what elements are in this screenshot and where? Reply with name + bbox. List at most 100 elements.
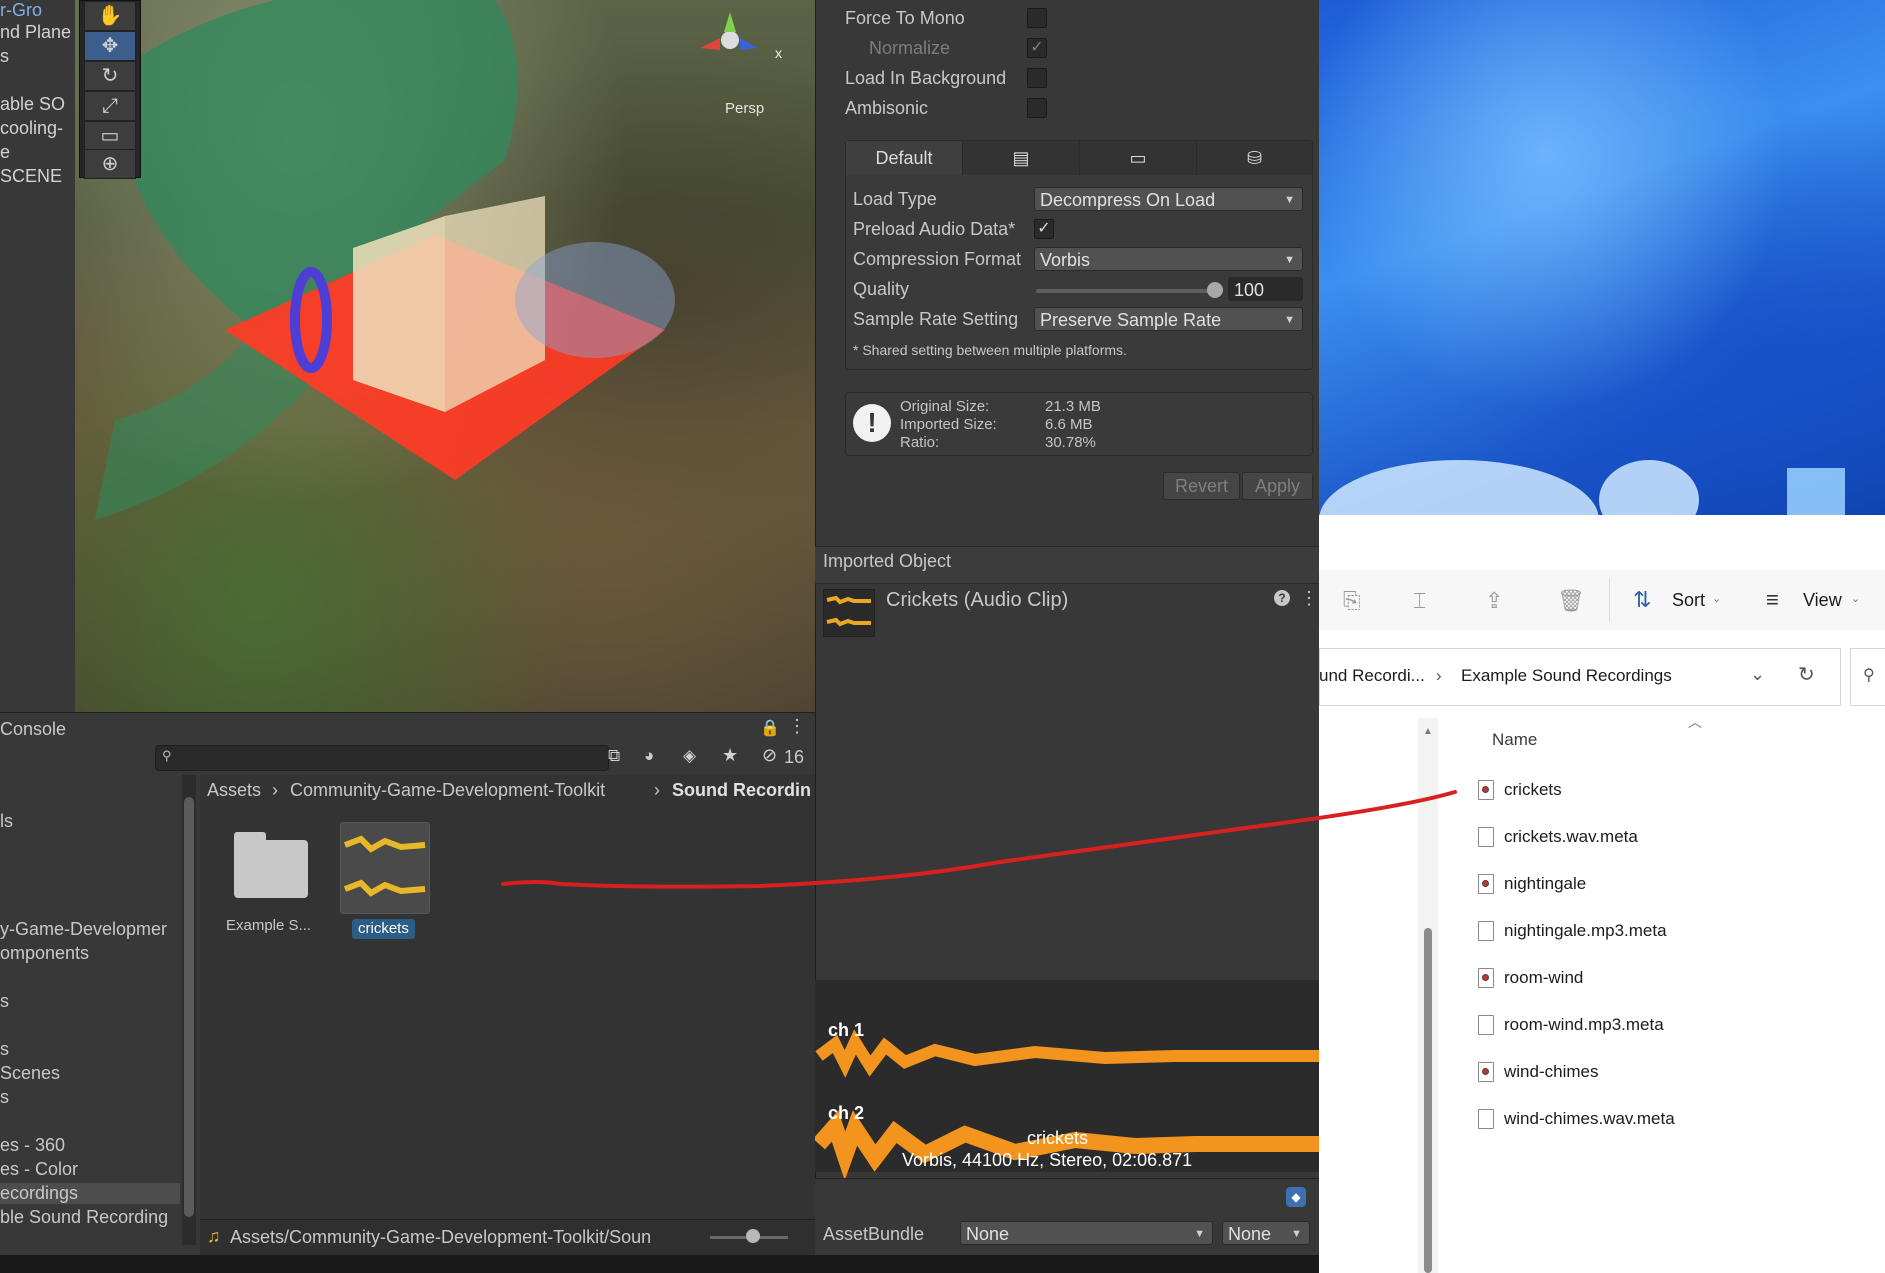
- original-size-value: 21.3 MB: [1045, 398, 1101, 415]
- search-by-type-icon[interactable]: ◕: [644, 746, 654, 766]
- breadcrumb-toolkit[interactable]: Community-Game-Development-Toolkit: [290, 780, 605, 801]
- force-to-mono-checkbox[interactable]: [1027, 8, 1047, 28]
- quality-input[interactable]: 100: [1228, 277, 1303, 301]
- hierarchy-item[interactable]: r-Gro: [0, 0, 42, 21]
- move-tool-icon[interactable]: ✥: [84, 31, 136, 61]
- variant-dropdown[interactable]: None ▼: [1222, 1221, 1310, 1245]
- search-by-label-icon[interactable]: ◈: [683, 746, 696, 766]
- lock-icon[interactable]: 🔒: [760, 718, 780, 738]
- tab-standalone-icon[interactable]: ▤: [963, 141, 1080, 175]
- project-search-input[interactable]: ⚲: [155, 745, 609, 771]
- original-size-label: Original Size:: [900, 398, 990, 415]
- tab-default[interactable]: Default: [846, 141, 963, 175]
- share-icon[interactable]: ⇪: [1485, 588, 1503, 614]
- panel-menu-icon[interactable]: ⋮: [788, 716, 806, 737]
- kebab-menu-icon[interactable]: ⋮: [1300, 588, 1318, 609]
- scrollbar-thumb[interactable]: [1424, 928, 1432, 1273]
- rect-tool-icon[interactable]: ▭: [84, 121, 136, 151]
- hierarchy-item[interactable]: e: [0, 142, 10, 163]
- tree-item[interactable]: ble Sound Recording: [0, 1207, 168, 1228]
- wallpaper-shapes: [1319, 460, 1845, 515]
- console-tab[interactable]: Console: [0, 719, 66, 740]
- path-current[interactable]: Example Sound Recordings: [1461, 666, 1672, 686]
- sort-icon[interactable]: ⇅: [1633, 587, 1651, 613]
- force-to-mono-label: Force To Mono: [845, 8, 965, 28]
- tree-scrollbar-thumb[interactable]: [184, 797, 194, 1217]
- refresh-icon[interactable]: ↻: [1798, 662, 1815, 687]
- rename-icon[interactable]: ⌶: [1413, 588, 1426, 614]
- compression-format-dropdown[interactable]: Vorbis ▼: [1034, 247, 1303, 271]
- search-by-scene-icon[interactable]: ⧉: [608, 746, 620, 766]
- file-name: room-wind.mp3.meta: [1504, 1015, 1664, 1034]
- hierarchy-item[interactable]: cooling-: [0, 118, 63, 139]
- tree-item[interactable]: s: [0, 991, 9, 1012]
- sort-button[interactable]: Sort: [1672, 590, 1705, 611]
- chevron-right-icon: ›: [1436, 666, 1442, 685]
- tab-webgl-icon[interactable]: ⛁: [1197, 141, 1312, 175]
- scene-geometry: [95, 0, 758, 520]
- scroll-up-icon[interactable]: ▲: [1423, 726, 1433, 737]
- audio-file-icon: [1478, 874, 1494, 894]
- preload-audio-data-label: Preload Audio Data*: [853, 219, 1016, 239]
- hierarchy-item[interactable]: SCENE: [0, 166, 62, 187]
- hidden-packages-icon[interactable]: ⊘: [762, 745, 777, 766]
- hierarchy-item[interactable]: able SO: [0, 94, 65, 115]
- normalize-checkbox[interactable]: ✓: [1027, 38, 1047, 58]
- load-type-dropdown[interactable]: Decompress On Load ▼: [1034, 187, 1303, 211]
- ambisonic-checkbox[interactable]: [1027, 98, 1047, 118]
- delete-icon[interactable]: 🗑: [1557, 588, 1585, 614]
- view-icon[interactable]: ≡: [1766, 587, 1779, 613]
- scale-tool-icon[interactable]: ⤢: [84, 91, 136, 121]
- sort-ascending-icon: ︿: [1688, 714, 1702, 730]
- label-tag-icon[interactable]: ◆: [1286, 1187, 1306, 1207]
- hand-tool-icon[interactable]: ✋: [84, 1, 136, 31]
- audio-asset-thumbnail[interactable]: [340, 822, 430, 914]
- breadcrumb-assets[interactable]: Assets: [207, 780, 261, 801]
- tree-item[interactable]: es - Color: [0, 1159, 78, 1180]
- rotate-tool-icon[interactable]: ↻: [84, 61, 136, 91]
- sample-rate-dropdown[interactable]: Preserve Sample Rate ▼: [1034, 307, 1303, 331]
- asset-audio-label[interactable]: crickets: [352, 919, 415, 939]
- hierarchy-item[interactable]: nd Plane: [0, 22, 71, 43]
- assetbundle-dropdown[interactable]: None ▼: [960, 1221, 1213, 1245]
- audio-file-icon: [1478, 1062, 1494, 1082]
- persp-label[interactable]: Persp: [725, 100, 764, 117]
- path-parent[interactable]: und Recordi...: [1319, 666, 1425, 686]
- quality-slider-handle[interactable]: [1207, 282, 1223, 298]
- help-icon[interactable]: ?: [1274, 590, 1290, 606]
- apply-button[interactable]: Apply: [1242, 472, 1313, 500]
- view-button[interactable]: View: [1803, 590, 1842, 611]
- tree-item-selected[interactable]: ecordings: [0, 1183, 180, 1204]
- preload-audio-data-checkbox[interactable]: ✓: [1034, 219, 1054, 239]
- tree-item[interactable]: ls: [0, 811, 13, 832]
- zoom-slider-handle[interactable]: [746, 1229, 760, 1243]
- info-icon: !: [853, 404, 891, 442]
- hierarchy-item[interactable]: s: [0, 46, 9, 67]
- tree-scrollbar[interactable]: [182, 775, 196, 1245]
- scene-view[interactable]: x z Persp: [75, 0, 815, 712]
- transform-tool-icon[interactable]: ⊕: [84, 149, 136, 179]
- chevron-down-icon: ⌄: [1851, 593, 1861, 605]
- tree-item[interactable]: s: [0, 1039, 9, 1060]
- column-name-header[interactable]: Name: [1492, 730, 1537, 750]
- tree-item[interactable]: omponents: [0, 943, 89, 964]
- revert-button[interactable]: Revert: [1163, 472, 1240, 500]
- search-icon: ⚲: [162, 748, 172, 763]
- ratio-label: Ratio:: [900, 434, 940, 451]
- explorer-search-box[interactable]: ⚲: [1850, 648, 1885, 706]
- file-name: nightingale: [1504, 874, 1587, 893]
- tree-item[interactable]: s: [0, 1087, 9, 1108]
- tree-item[interactable]: y-Game-Developmer: [0, 919, 167, 940]
- favorite-star-icon[interactable]: ★: [722, 745, 738, 766]
- load-in-background-checkbox[interactable]: [1027, 68, 1047, 88]
- tab-desktop-icon[interactable]: ▭: [1080, 141, 1197, 175]
- quality-slider-track[interactable]: [1036, 289, 1216, 293]
- asset-folder-label[interactable]: Example S...: [226, 917, 311, 934]
- tree-item[interactable]: Scenes: [0, 1063, 60, 1084]
- breadcrumb-current[interactable]: Sound Recordin: [672, 780, 815, 801]
- folder-icon[interactable]: [234, 840, 308, 898]
- tree-item[interactable]: es - 360: [0, 1135, 65, 1156]
- address-dropdown-icon[interactable]: ⌄: [1750, 664, 1765, 685]
- explorer-nav-scrollbar[interactable]: ▲: [1418, 718, 1438, 1273]
- paste-icon[interactable]: ⎘: [1343, 588, 1361, 614]
